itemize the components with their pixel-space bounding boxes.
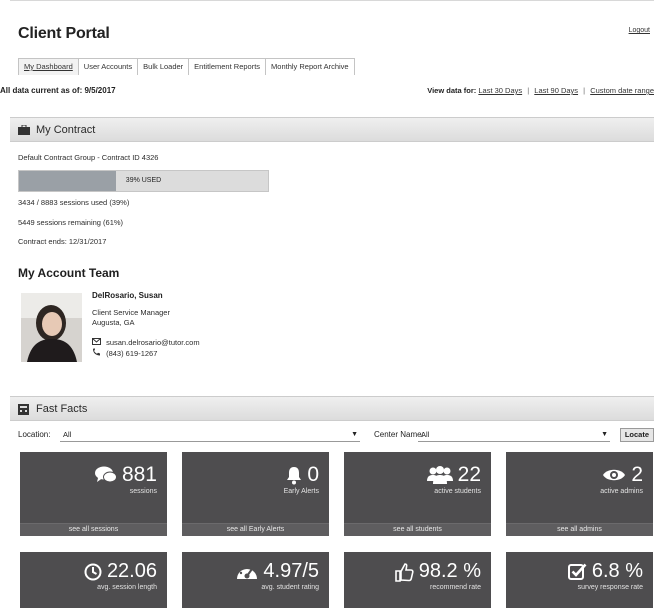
contract-progress-bar: 39% USED [18,170,269,192]
progress-label: 39% USED [125,177,162,184]
logout-link[interactable]: Logout [629,27,650,34]
chevron-down-icon: ▼ [351,431,358,438]
tile-value-row: 22.06 [84,560,157,583]
sessions-used: 3434 / 8883 sessions used (39%) [18,198,130,207]
comments-icon [94,466,117,483]
team-member-role: Client Service Manager [92,308,170,317]
fast-facts-filters: Location: All ▼ Center Name: All ▼ Locat… [18,428,654,444]
clock-icon [84,563,102,580]
contract-end-date: Contract ends: 12/31/2017 [18,237,107,246]
tile-caption: active admins [600,488,643,495]
phone-icon [92,348,101,358]
see-all-admins-link[interactable]: see all admins [506,523,653,536]
email-link[interactable]: susan.delrosario@tutor.com [106,338,200,347]
tile-value-row: 0 [286,463,319,487]
location-value: All [63,430,72,439]
location-label: Location: [18,430,51,439]
section-title: Fast Facts [36,402,88,415]
team-member-name: DelRosario, Susan [92,291,163,300]
contract-group: Default Contract Group - Contract ID 432… [18,153,159,162]
envelope-icon [92,338,101,347]
tab-entitlement-reports[interactable]: Entitlement Reports [188,58,267,75]
tile-value-row: 4.97/5 [236,560,319,583]
locate-button[interactable]: Locate [619,428,654,442]
active-students-tile[interactable]: 22 active students see all students [344,452,491,536]
active-admins-count: 2 [631,463,643,486]
view-data-label: View data for: [427,86,477,95]
see-all-sessions-link[interactable]: see all sessions [20,523,167,536]
account-team-title: My Account Team [18,266,120,280]
survey-response-rate-value: 6.8 % [591,560,643,582]
see-all-early-alerts-link[interactable]: see all Early Alerts [182,523,329,536]
tile-caption: sessions [129,488,157,495]
eye-icon [603,469,626,481]
last-30-days-link[interactable]: Last 30 Days [478,86,522,95]
sessions-remaining: 5449 sessions remaining (61%) [18,218,124,227]
tab-user-accounts[interactable]: User Accounts [77,58,139,75]
early-alerts-tile[interactable]: 0 Early Alerts see all Early Alerts [182,452,329,536]
active-students-count: 22 [457,463,481,486]
page-title: Client Portal [18,25,110,42]
avg-session-length-tile: 22.06 avg. session length [20,552,167,608]
chevron-down-icon: ▼ [601,431,608,438]
tile-caption: avg. student rating [261,584,319,591]
tile-value-row: 2 [602,463,643,487]
location-select[interactable]: All ▼ [60,428,360,442]
header-bar: Client Portal Logout [10,0,654,52]
avg-student-rating-tile: 4.97/5 avg. student rating [182,552,329,608]
tab-bulk-loader[interactable]: Bulk Loader [137,58,190,75]
tile-caption: avg. session length [97,584,157,591]
section-title: My Contract [36,123,96,136]
tile-caption: Early Alerts [283,488,319,495]
tile-value-row: 22 [426,463,481,487]
early-alerts-count: 0 [307,463,319,486]
calculator-icon [18,403,30,415]
phone-number: (843) 619-1267 [106,349,158,358]
center-name-label: Center Name: [374,430,424,439]
briefcase-icon [18,124,30,135]
survey-response-rate-tile: 6.8 % survey response rate [506,552,653,608]
main-tabs: My Dashboard User Accounts Bulk Loader E… [18,58,355,75]
recommend-rate-tile: 98.2 % recommend rate [344,552,491,608]
my-contract-header: My Contract [10,117,654,142]
data-current-text: All data current as of: 9/5/2017 [0,86,116,95]
thumbs-up-icon [394,562,414,582]
team-member-location: Augusta, GA [92,318,135,327]
avg-student-rating-value: 4.97/5 [263,560,319,582]
center-name-select[interactable]: All ▼ [418,428,610,442]
see-all-students-link[interactable]: see all students [344,523,491,536]
avatar [21,293,82,362]
tile-value-row: 881 [94,463,157,487]
active-admins-tile[interactable]: 2 active admins see all admins [506,452,653,536]
divider: | [527,86,530,95]
tile-value-row: 98.2 % [394,560,481,583]
divider: | [583,86,586,95]
sessions-count: 881 [121,463,157,486]
data-status-row: All data current as of: 9/5/2017 View da… [0,86,654,98]
bell-icon [287,466,302,484]
tile-value-row: 6.8 % [567,560,643,583]
tab-monthly-report-archive[interactable]: Monthly Report Archive [265,58,355,75]
tile-caption: recommend rate [430,584,481,591]
users-icon [426,466,453,484]
sessions-tile[interactable]: 881 sessions see all sessions [20,452,167,536]
view-data-for: View data for: Last 30 Days | Last 90 Da… [427,86,654,95]
fast-facts-header: Fast Facts [10,396,654,421]
tile-caption: survey response rate [577,584,643,591]
email-row: susan.delrosario@tutor.com [92,338,200,347]
recommend-rate-value: 98.2 % [418,560,481,582]
dashboard-icon [237,565,258,579]
tile-caption: active students [434,488,481,495]
phone-row: (843) 619-1267 [92,348,157,358]
avg-session-length-value: 22.06 [106,560,157,582]
custom-date-range-link[interactable]: Custom date range [590,86,654,95]
last-90-days-link[interactable]: Last 90 Days [534,86,578,95]
center-name-value: All [421,430,430,439]
tab-my-dashboard[interactable]: My Dashboard [18,58,79,75]
check-square-icon [567,563,587,580]
